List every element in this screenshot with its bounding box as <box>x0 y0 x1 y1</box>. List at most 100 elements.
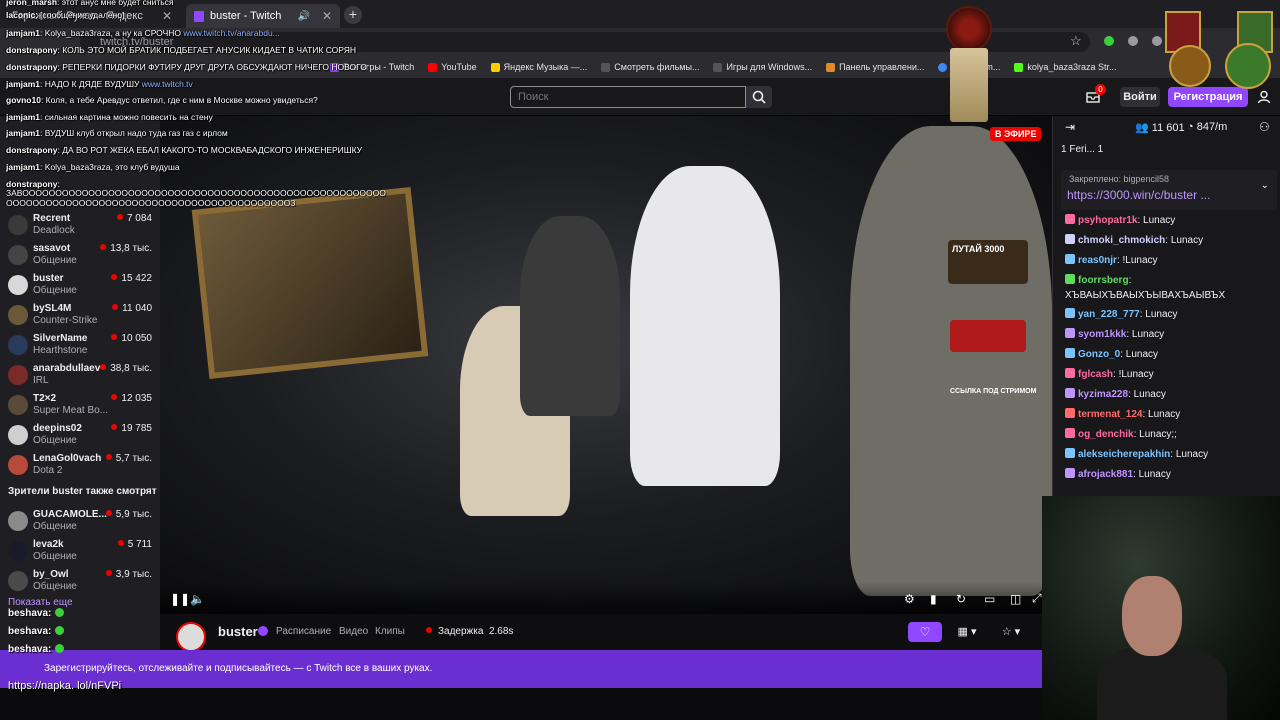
search-input[interactable] <box>510 86 746 108</box>
sidebar-channel-lenagolovach[interactable]: LenaGol0vach Dota 2 5,7 тыс. <box>0 450 160 480</box>
taskbar-strip <box>0 688 1042 720</box>
subscribe-button[interactable]: ☆ ▾ <box>994 622 1028 642</box>
chat-username[interactable]: reas0njr <box>1078 255 1117 266</box>
chat-username[interactable]: alekseicherepakhin <box>1078 449 1170 460</box>
channel-viewers: 12 035 <box>111 393 152 404</box>
overlay-text: : сильная картина можно повесить на стен… <box>40 112 213 122</box>
bookmark-item[interactable]: Игры для Windows... <box>713 62 812 72</box>
overlay-chat-line: jamjam1: НАДО К ДЯДЕ ВУДУШУ www.twitch.t… <box>6 79 193 89</box>
gift-sub-button[interactable]: ▦ ▾ <box>950 622 984 642</box>
tab-videos[interactable]: Видео <box>339 626 368 637</box>
show-more-link[interactable]: Показать еще <box>8 597 73 608</box>
bookmark-item[interactable]: Смотреть фильмы... <box>601 62 699 72</box>
sidebar-channel-recrent[interactable]: Recrent Deadlock 7 084 <box>0 210 160 240</box>
settings-gear-icon[interactable]: ⚙ <box>904 592 915 606</box>
chat-username[interactable]: chmoki_chmokich <box>1078 235 1165 246</box>
sidebar-channel-sasavot[interactable]: sasavot Общение 13,8 тыс. <box>0 240 160 270</box>
bookmark-star-icon[interactable]: ☆ <box>1070 33 1082 49</box>
chat-username[interactable]: yan_228_777 <box>1078 309 1140 320</box>
chat-username[interactable]: termenat_124 <box>1078 409 1142 420</box>
chat-message: alekseicherepakhin: Lunacy <box>1065 448 1208 460</box>
chat-text: : Lunacy <box>1120 349 1159 360</box>
bookmark-item[interactable]: kolya_baza3raza Str... <box>1014 62 1116 72</box>
sidebar-channel-buster[interactable]: buster Общение 15 422 <box>0 270 160 300</box>
avatar <box>8 455 28 475</box>
overlay-username: govno10 <box>6 95 41 105</box>
chevron-down-icon[interactable]: ⌄ <box>1261 180 1269 191</box>
live-badge: В ЭФИРЕ <box>990 127 1042 141</box>
chat-badge-icon <box>1065 348 1075 358</box>
clip-icon[interactable]: ▮ <box>930 592 937 606</box>
wax-seal-emblem <box>946 6 992 52</box>
chat-username[interactable]: foorrsberg <box>1078 275 1129 286</box>
streamer-name[interactable]: buster <box>218 624 258 639</box>
collapse-chat-icon[interactable]: ⇥ <box>1065 120 1075 134</box>
chat-message: og_denchik: Lunacy;; <box>1065 428 1177 440</box>
sidebar-channel-t2x2[interactable]: T2×2 Super Meat Bo... 12 035 <box>0 390 160 420</box>
delay-value: 2.68s <box>488 626 514 637</box>
community-icon[interactable]: ⚇ <box>1259 120 1270 134</box>
overlay-chat-line: jamjam1: сильная картина можно повесить … <box>6 112 213 122</box>
channel-name: LenaGol0vach <box>33 453 102 464</box>
volume-icon[interactable]: 🔈 <box>190 592 205 606</box>
chat-username[interactable]: fglcash <box>1078 369 1113 380</box>
streamer-avatar[interactable] <box>176 622 206 652</box>
chat-username[interactable]: syom1kkk <box>1078 329 1126 340</box>
tab-clips[interactable]: Клипы <box>375 626 405 637</box>
gift-leaderboard[interactable]: 1 Feri... 1 <box>1061 144 1103 155</box>
avatar <box>8 511 28 531</box>
google-icon <box>938 62 948 72</box>
sidebar-channel-anarabdullaev[interactable]: anarabdullaev IRL 38,8 тыс. <box>0 360 160 390</box>
avatar <box>8 275 28 295</box>
ad-banner-dave <box>950 320 1026 352</box>
sidebar-toggle-icon[interactable]: ◫ <box>1010 592 1021 606</box>
bookmark-item[interactable]: Яндекс Музыка —... <box>490 62 587 72</box>
bookmark-item[interactable]: YouTube <box>428 62 477 72</box>
ad-banner-lutay: ЛУТАЙ 3000 <box>948 240 1028 284</box>
theatre-mode-icon[interactable]: ▭ <box>984 592 995 606</box>
login-button[interactable]: Войти <box>1120 87 1160 107</box>
overlay-chat-line: jamjam1: Kolya_baza3raza, а ну ка СРОЧНО… <box>6 28 280 38</box>
chat-message: Gonzo_0: Lunacy <box>1065 348 1158 360</box>
refresh-icon[interactable]: ↻ <box>956 592 966 606</box>
avatar <box>8 395 28 415</box>
pinned-message[interactable]: Закреплено: bigpencil58 https://3000.win… <box>1061 170 1277 210</box>
audio-icon[interactable]: 🔊 <box>297 11 309 22</box>
tab-schedule[interactable]: Расписание <box>276 626 331 637</box>
channel-name: T2×2 <box>33 393 57 404</box>
follow-heart-button[interactable]: ♡ <box>908 622 942 642</box>
chat-message: syom1kkk: Lunacy <box>1065 328 1164 340</box>
bookmark-item[interactable]: Панель управлени... <box>826 62 924 72</box>
chat-username[interactable]: afrojack881 <box>1078 469 1133 480</box>
fullscreen-icon[interactable]: ⤢ <box>1032 591 1042 606</box>
overlay-text: : [сообщение удалено] <box>35 10 125 20</box>
channel-viewers: 11 040 <box>112 303 152 314</box>
pause-icon[interactable]: ❚❚ <box>170 592 190 606</box>
extension-icon[interactable] <box>1104 36 1114 46</box>
channel-viewers: 7 084 <box>117 213 152 224</box>
close-tab-icon[interactable]: ✕ <box>322 9 332 23</box>
chat-message: psyhopatr1k: Lunacy <box>1065 214 1175 226</box>
chat-text: : !Lunacy <box>1116 255 1158 266</box>
chat-username[interactable]: kyzima228 <box>1078 389 1128 400</box>
sidebar-channel-leva2k[interactable]: leva2k Общение 5 711 <box>0 536 160 566</box>
chat-username[interactable]: psyhopatr1k <box>1078 215 1137 226</box>
sidebar-channel-guacamole[interactable]: GUACAMOLE... Общение 5,9 тыс. <box>0 506 160 536</box>
signup-promo-banner[interactable]: Зарегистрируйтесь, отслеживайте и подпис… <box>0 650 1042 688</box>
search-button[interactable] <box>746 86 772 108</box>
extension-icon[interactable] <box>1128 36 1138 46</box>
browser-tab-twitch[interactable]: buster - Twitch 🔊 ✕ <box>186 4 340 28</box>
close-tab-icon[interactable]: ✕ <box>162 9 172 23</box>
yandex-music-icon <box>490 62 500 72</box>
channel-name: SilverName <box>33 333 88 344</box>
sidebar-channel-byslam[interactable]: bySL4M Counter-Strike 11 040 <box>0 300 160 330</box>
chat-text: : <box>1128 275 1132 286</box>
new-tab-button[interactable]: + <box>344 6 362 24</box>
chat-username[interactable]: Gonzo_0 <box>1078 349 1120 360</box>
sidebar-channel-silvername[interactable]: SilverName Hearthstone 10 050 <box>0 330 160 360</box>
pinned-link[interactable]: https://3000.win/c/buster ... <box>1067 188 1210 202</box>
overlay-text: : Коля, а тебе Аревдус ответил, где с ни… <box>40 95 318 105</box>
chat-username[interactable]: og_denchik <box>1078 429 1134 440</box>
sidebar-channel-by-owl[interactable]: by_Owl Общение 3,9 тыс. <box>0 566 160 596</box>
sidebar-channel-deepins02[interactable]: deepins02 Общение 19 785 <box>0 420 160 450</box>
